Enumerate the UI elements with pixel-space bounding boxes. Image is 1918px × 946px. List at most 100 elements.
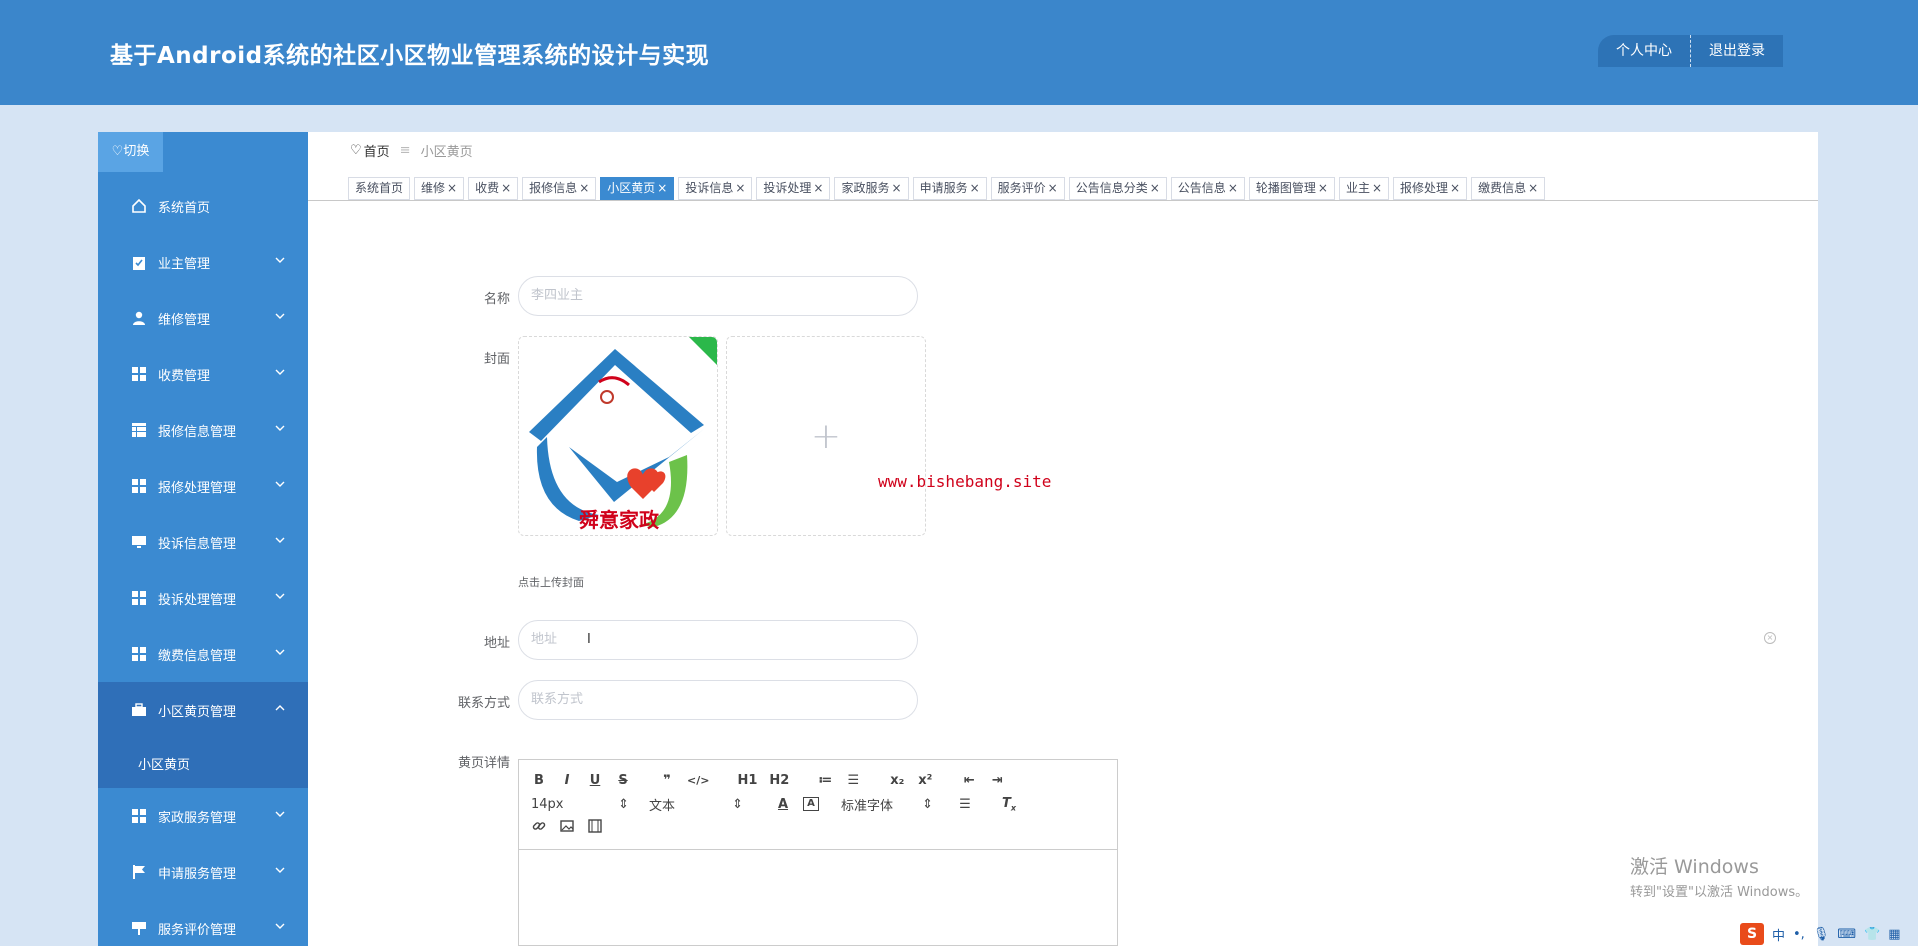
sidebar-item-home[interactable]: 系统首页 — [98, 178, 308, 234]
tag-complaint-info[interactable]: 投诉信息 × — [678, 177, 753, 200]
tag-label: 缴费信息 — [1478, 181, 1527, 195]
align-left-button[interactable]: ☰ — [957, 797, 973, 812]
close-icon[interactable]: × — [1228, 181, 1238, 195]
close-icon[interactable]: × — [579, 181, 589, 195]
video-icon[interactable] — [587, 819, 603, 837]
cover-image[interactable]: 舜意家政 — [518, 336, 718, 536]
keyboard-icon[interactable]: ⌨ — [1837, 927, 1856, 942]
indent-button[interactable]: ⇥ — [989, 773, 1005, 788]
tag-housekeeping[interactable]: 家政服务 × — [834, 177, 909, 200]
superscript-button[interactable]: x² — [917, 773, 933, 788]
tag-notice-category[interactable]: 公告信息分类 × — [1068, 177, 1167, 200]
underline-button[interactable]: U — [587, 773, 603, 788]
outdent-button[interactable]: ⇤ — [961, 773, 977, 788]
name-input[interactable]: 李四业主 — [518, 276, 918, 316]
apps-grid-icon[interactable]: ▦ — [1888, 927, 1900, 942]
close-icon[interactable]: × — [892, 181, 902, 195]
close-icon[interactable]: × — [1048, 181, 1058, 195]
tag-label: 服务评价 — [997, 181, 1046, 195]
font-size-select[interactable]: 14px ⇕ — [531, 797, 643, 812]
tag-carousel[interactable]: 轮播图管理 × — [1248, 177, 1335, 200]
image-icon[interactable] — [559, 820, 575, 836]
tag-repair-handle[interactable]: 报修处理 × — [1393, 177, 1468, 200]
sidebar-item-complaint-handle[interactable]: 投诉处理管理 — [98, 570, 308, 626]
code-block-button[interactable]: </> — [687, 774, 709, 787]
sidebar-item-repair-handle[interactable]: 报修处理管理 — [98, 458, 308, 514]
contact-input[interactable]: 联系方式 — [518, 680, 918, 720]
logout-button[interactable]: 退出登录 — [1691, 35, 1783, 67]
close-icon[interactable]: × — [447, 181, 457, 195]
sidebar-item-housekeeping[interactable]: 家政服务管理 — [98, 788, 308, 844]
editor-content-area[interactable] — [519, 850, 1117, 946]
ordered-list-button[interactable]: ≔ — [817, 773, 833, 788]
close-icon[interactable]: × — [1318, 181, 1328, 195]
microphone-icon[interactable]: 🎙 — [1813, 927, 1830, 942]
address-input[interactable]: 地址 I — [518, 620, 918, 660]
sidebar-item-yellow-pages[interactable]: 小区黄页管理 — [98, 682, 308, 738]
tag-fee[interactable]: 收费 × — [468, 177, 519, 200]
sidebar-item-repair[interactable]: 维修管理 — [98, 290, 308, 346]
close-icon[interactable]: × — [501, 181, 511, 195]
tag-notice-info[interactable]: 公告信息 × — [1170, 177, 1245, 200]
blockquote-button[interactable]: ❞ — [659, 773, 675, 788]
font-color-button[interactable]: A — [775, 797, 791, 812]
grid-icon — [130, 477, 148, 495]
clear-format-button[interactable]: Tx — [1001, 796, 1017, 813]
table-icon — [130, 421, 148, 439]
close-icon[interactable]: × — [1372, 181, 1382, 195]
sidebar-item-fee[interactable]: 收费管理 — [98, 346, 308, 402]
close-icon[interactable]: × — [970, 181, 980, 195]
sidebar-item-owner[interactable]: 业主管理 — [98, 234, 308, 290]
heart-icon: ♡ — [111, 144, 124, 159]
breadcrumb-home[interactable]: ♡ 首页 — [350, 141, 390, 160]
sidebar-subitem-yellow-page[interactable]: 小区黄页 — [98, 738, 308, 788]
tag-owner[interactable]: 业主 × — [1338, 177, 1390, 200]
close-icon[interactable]: × — [1150, 181, 1160, 195]
close-icon[interactable]: × — [1450, 181, 1460, 195]
tag-service-review[interactable]: 服务评价 × — [990, 177, 1065, 200]
close-icon[interactable]: × — [657, 181, 667, 195]
sidebar-item-complaint-info[interactable]: 投诉信息管理 — [98, 514, 308, 570]
tag-yellow-page[interactable]: 小区黄页 × — [600, 177, 675, 200]
shirt-icon[interactable]: 👕 — [1864, 927, 1880, 942]
tag-payment-info[interactable]: 缴费信息 × — [1471, 177, 1546, 200]
tag-repair[interactable]: 维修 × — [414, 177, 465, 200]
link-icon[interactable] — [531, 819, 547, 837]
sogou-ime-icon[interactable]: S — [1740, 923, 1764, 945]
background-color-button[interactable]: A — [803, 797, 819, 811]
paragraph-select[interactable]: 文本 ⇕ — [649, 795, 757, 814]
personal-center-button[interactable]: 个人中心 — [1598, 35, 1690, 67]
chevron-down-icon — [275, 481, 285, 487]
windows-activation: 激活 Windows 转到"设置"以激活 Windows。 — [1630, 852, 1808, 900]
italic-button[interactable]: I — [559, 773, 575, 788]
punctuation-icon[interactable]: •, — [1793, 927, 1805, 942]
tag-complaint-handle[interactable]: 投诉处理 × — [756, 177, 831, 200]
tag-home[interactable]: 系统首页 — [348, 177, 411, 200]
bold-button[interactable]: B — [531, 773, 547, 788]
sidebar-item-service-review[interactable]: 服务评价管理 — [98, 900, 308, 946]
ime-lang-indicator[interactable]: 中 — [1772, 925, 1785, 944]
bullet-list-button[interactable]: ☰ — [845, 773, 861, 788]
sidebar-item-service-apply[interactable]: 申请服务管理 — [98, 844, 308, 900]
cover-upload-button[interactable]: + — [726, 336, 926, 536]
home-icon — [130, 197, 148, 215]
close-icon[interactable]: × — [813, 181, 823, 195]
housekeeping-logo-icon: 舜意家政 — [529, 337, 717, 532]
tag-label: 投诉信息 — [685, 181, 734, 195]
header1-button[interactable]: H1 — [737, 773, 757, 788]
subscript-button[interactable]: x₂ — [889, 773, 905, 788]
sidebar-item-repair-info[interactable]: 报修信息管理 — [98, 402, 308, 458]
strike-button[interactable]: S — [615, 773, 631, 788]
font-family-select[interactable]: 标准字体 ⇕ — [841, 795, 947, 814]
sidebar-item-payment-info[interactable]: 缴费信息管理 — [98, 626, 308, 682]
chevron-down-icon — [275, 649, 285, 655]
close-icon[interactable]: × — [735, 181, 745, 195]
font-size-value: 14px — [531, 796, 564, 812]
tag-repair-info[interactable]: 报修信息 × — [522, 177, 597, 200]
rich-text-editor: B I U S ❞ </> H1 H2 ≔ ☰ x₂ x² ⇤ ⇥ 14px ⇕ … — [518, 759, 1118, 946]
clear-circle-icon[interactable]: × — [1764, 632, 1776, 644]
close-icon[interactable]: × — [1528, 181, 1538, 195]
header2-button[interactable]: H2 — [769, 773, 789, 788]
switch-button[interactable]: ♡切换 — [98, 132, 163, 172]
tag-service-apply[interactable]: 申请服务 × — [912, 177, 987, 200]
